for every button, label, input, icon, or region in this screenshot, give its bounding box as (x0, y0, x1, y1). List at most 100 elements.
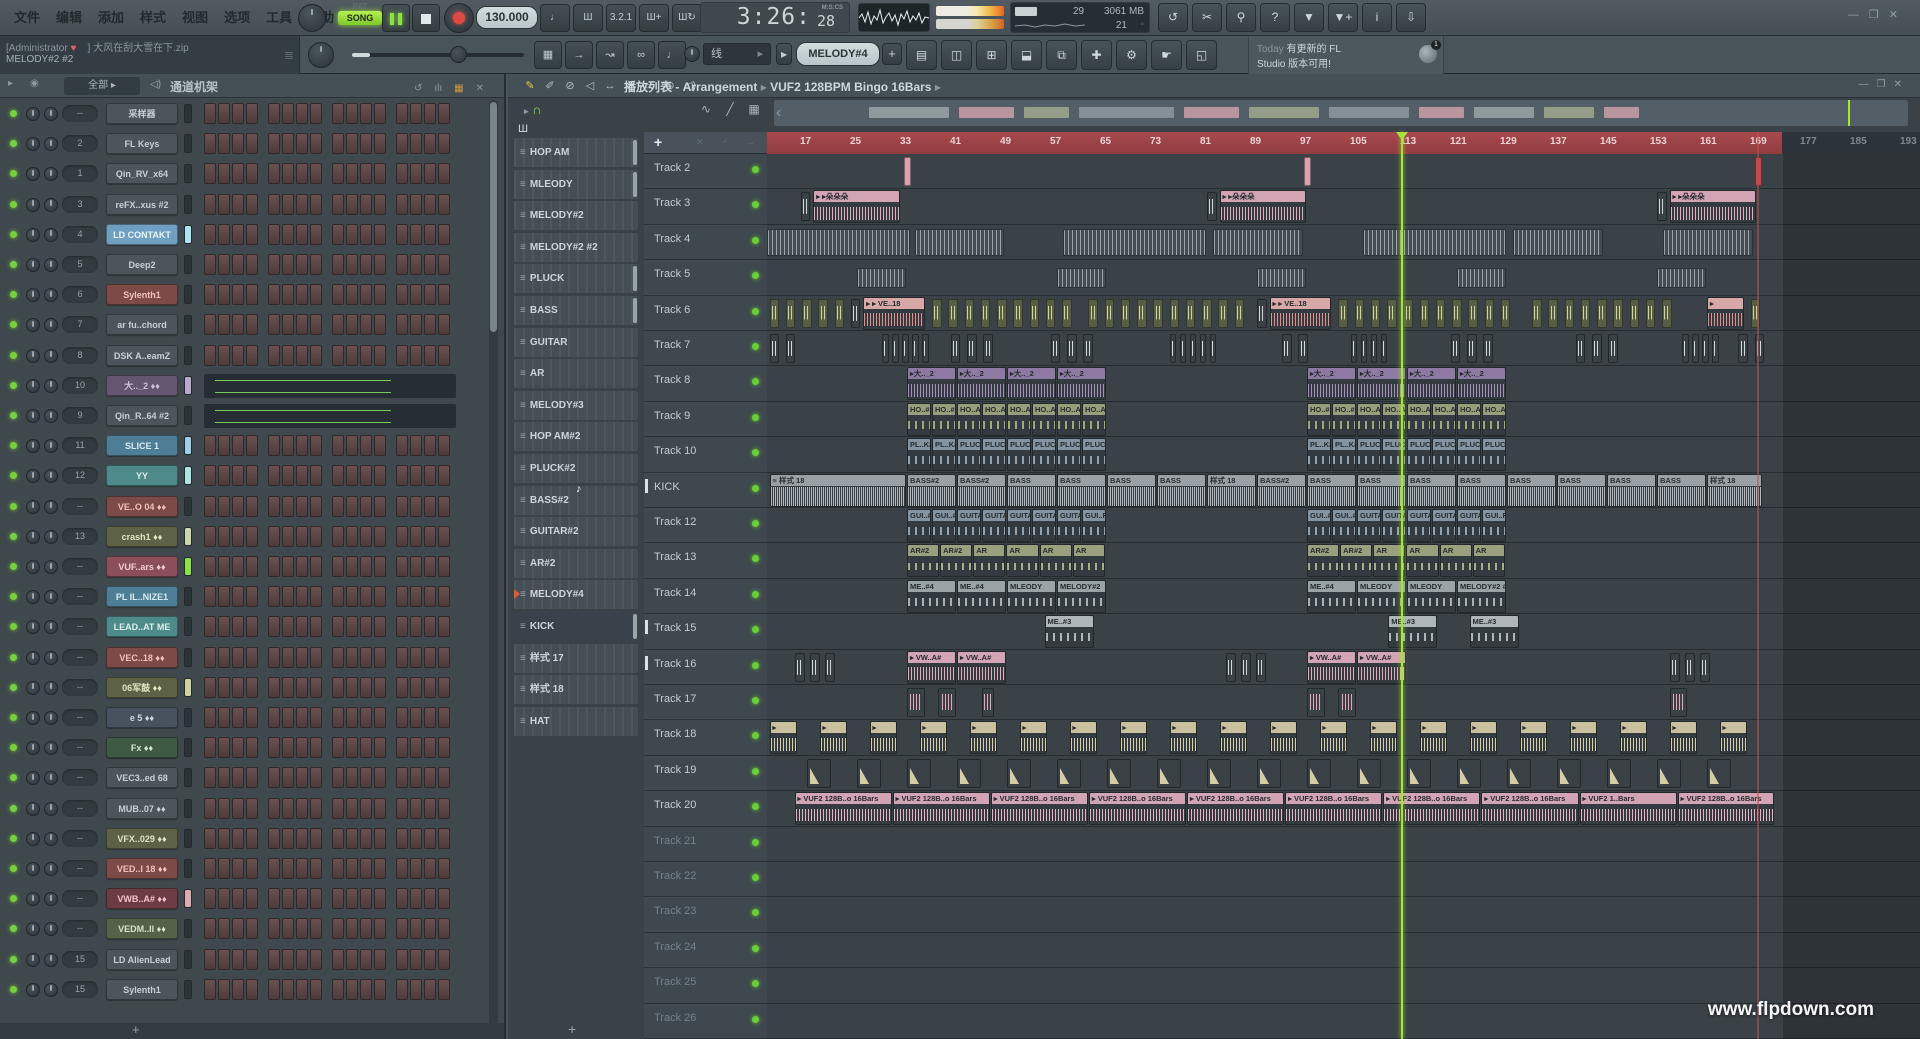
step-cell[interactable] (360, 798, 372, 819)
step-cell[interactable] (424, 465, 436, 486)
step-cell[interactable] (438, 918, 450, 939)
step-cell[interactable] (396, 133, 408, 154)
channel-volume-knob[interactable] (44, 228, 58, 242)
clip-AR[interactable]: AR (1040, 544, 1072, 577)
clip[interactable] (1218, 299, 1228, 328)
clip[interactable] (1436, 299, 1446, 328)
step-cell[interactable] (332, 103, 344, 124)
clip-▸ ▸ VE..18[interactable]: ▸ ▸ VE..18 (863, 297, 925, 330)
step-cell[interactable] (204, 949, 216, 970)
track-lane[interactable]: ▸ VUF2 128B..o 16Bars ▸ VUF2 128B..o 16Ba… (767, 791, 1920, 826)
channel-led[interactable] (10, 865, 17, 872)
step-cell[interactable] (360, 888, 372, 909)
clip-MELODY#2[interactable]: MELODY#2 (1057, 580, 1106, 613)
step-sequencer[interactable] (204, 556, 456, 577)
step-sequencer[interactable] (204, 526, 456, 547)
browser-icon[interactable]: ⬓ (1011, 40, 1042, 70)
step-cell[interactable] (332, 767, 344, 788)
track-lane[interactable] (767, 685, 1920, 720)
step-cell[interactable] (374, 224, 386, 245)
mute-tool-icon[interactable]: ◁ (580, 74, 600, 98)
clip-GUITAR[interactable]: GUITAR (1007, 509, 1031, 542)
clip[interactable] (1357, 759, 1381, 788)
step-cell[interactable] (374, 465, 386, 486)
clip[interactable] (1355, 299, 1365, 328)
mixer-track-number[interactable]: 5 (62, 256, 98, 273)
step-cell[interactable] (396, 616, 408, 637)
channel-pan-knob[interactable] (26, 741, 40, 755)
step-cell[interactable] (204, 798, 216, 819)
ruler-number[interactable]: 129 (1500, 136, 1517, 147)
clip-▸ VUF2 128B..o 16Bars[interactable]: ▸ VUF2 128B..o 16Bars (1285, 792, 1382, 825)
step-cell[interactable] (396, 314, 408, 335)
window-controls[interactable]: —❐✕ (1848, 8, 1908, 21)
typing-keyboard-icon[interactable]: ▦ (534, 41, 562, 69)
headphone-icon[interactable]: ∩ (532, 102, 541, 117)
step-cell[interactable] (410, 526, 422, 547)
step-cell[interactable] (268, 707, 280, 728)
step-cell[interactable] (296, 707, 308, 728)
channel-led[interactable] (10, 835, 17, 842)
step-cell[interactable] (396, 103, 408, 124)
step-cell[interactable] (218, 647, 230, 668)
slip-tool-icon[interactable]: ↔ (600, 74, 620, 98)
clip[interactable] (951, 334, 961, 363)
clip[interactable] (1457, 759, 1481, 788)
shuffle-knob[interactable] (308, 42, 334, 68)
step-cell[interactable] (282, 586, 294, 607)
clip[interactable] (1501, 299, 1511, 328)
clip-▸[interactable]: ▸ (970, 721, 997, 754)
step-cell[interactable] (438, 314, 450, 335)
channel-volume-knob[interactable] (44, 530, 58, 544)
step-cell[interactable] (232, 284, 244, 305)
clip[interactable] (1565, 299, 1575, 328)
clip-BASS[interactable]: BASS (1407, 474, 1456, 507)
step-cell[interactable] (296, 677, 308, 698)
step-sequencer[interactable] (204, 828, 456, 849)
step-cell[interactable] (204, 556, 216, 577)
track-header-Track 14[interactable]: Track 14 (644, 579, 767, 614)
clip[interactable] (786, 299, 796, 328)
step-cell[interactable] (410, 163, 422, 184)
clip[interactable] (1067, 334, 1077, 363)
channel-volume-knob[interactable] (44, 741, 58, 755)
step-cell[interactable] (246, 254, 258, 275)
clip-▸[interactable]: ▸ (1720, 721, 1747, 754)
clip-▸ VW..A#[interactable]: ▸ VW..A# (957, 651, 1006, 684)
track-led[interactable] (752, 166, 759, 173)
step-cell[interactable] (424, 677, 436, 698)
clip-ME..#3[interactable]: ME..#3 (1470, 615, 1519, 648)
swing-slider[interactable] (352, 53, 524, 57)
step-cell[interactable] (204, 465, 216, 486)
clip-▸ VUF2 128B..o 16Bars[interactable]: ▸ VUF2 128B..o 16Bars (1089, 792, 1186, 825)
step-cell[interactable] (204, 526, 216, 547)
step-cell[interactable] (396, 828, 408, 849)
channel-pan-knob[interactable] (26, 892, 40, 906)
step-cell[interactable] (396, 465, 408, 486)
step-cell[interactable] (218, 435, 230, 456)
mixer-track-number[interactable]: -- (62, 800, 98, 817)
step-cell[interactable] (360, 647, 372, 668)
clip[interactable] (1338, 688, 1356, 717)
clip[interactable] (1381, 334, 1388, 363)
step-cell[interactable] (360, 979, 372, 1000)
clip[interactable] (915, 229, 1005, 256)
clip[interactable] (1420, 299, 1430, 328)
step-cell[interactable] (410, 737, 422, 758)
step-cell[interactable] (332, 888, 344, 909)
clip-▸[interactable]: ▸ (1620, 721, 1647, 754)
clip[interactable] (1062, 299, 1072, 328)
channel-button-VWB..A#[interactable]: VWB..A# ♦♦ (106, 888, 178, 909)
channel-led[interactable] (10, 986, 17, 993)
step-cell[interactable] (438, 465, 450, 486)
clip[interactable] (1592, 334, 1602, 363)
clip-HO..AM[interactable]: HO..AM (982, 403, 1006, 436)
step-cell[interactable] (232, 435, 244, 456)
channel-volume-knob[interactable] (44, 681, 58, 695)
clip[interactable] (1485, 299, 1495, 328)
step-cell[interactable] (310, 737, 322, 758)
step-cell[interactable] (296, 133, 308, 154)
playlist-minimap[interactable]: ‹ (774, 100, 1908, 126)
step-cell[interactable] (218, 284, 230, 305)
step-cell[interactable] (410, 133, 422, 154)
